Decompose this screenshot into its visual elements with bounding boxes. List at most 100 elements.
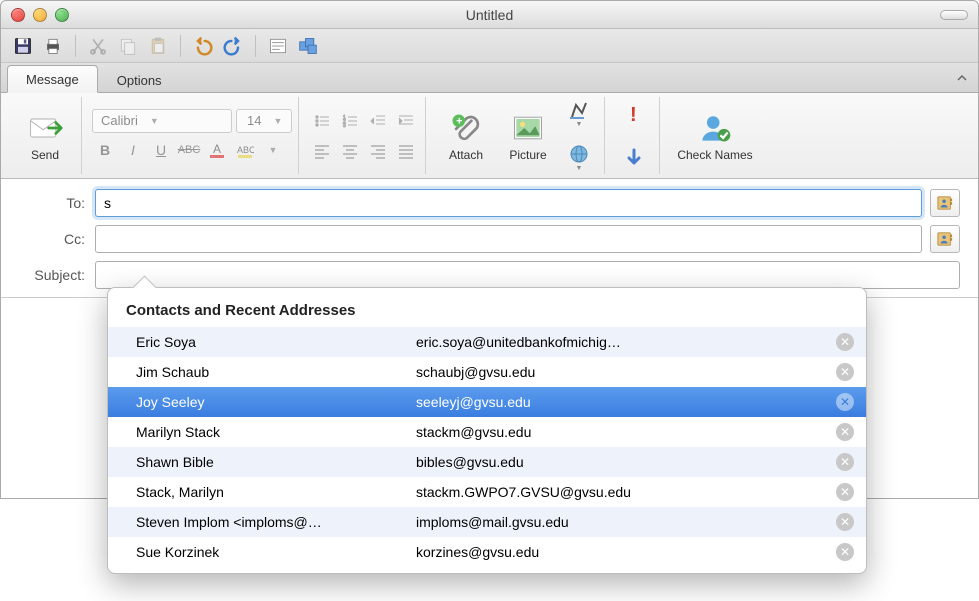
remove-contact-icon[interactable]: ✕ (836, 363, 854, 381)
insert-group: + Attach Picture ▼ ▼ (430, 97, 605, 174)
compose-window: Untitled (0, 0, 979, 499)
check-names-button[interactable]: Check Names (670, 98, 760, 174)
subject-row: Subject: (23, 261, 960, 289)
svg-text:+: + (456, 115, 462, 127)
paste-icon[interactable] (146, 34, 170, 58)
contact-name: Sue Korzinek (136, 544, 416, 560)
italic-button[interactable]: I (120, 137, 146, 163)
remove-contact-icon[interactable]: ✕ (836, 423, 854, 441)
font-dd[interactable]: ▼ (260, 137, 286, 163)
cc-addressbook-button[interactable] (930, 225, 960, 253)
undo-icon[interactable] (191, 34, 215, 58)
autocomplete-list: Eric Soyaeric.soya@unitedbankofmichig…✕J… (108, 327, 866, 567)
autocomplete-item[interactable]: Shawn Biblebibles@gvsu.edu✕ (108, 447, 866, 477)
arrange-windows-icon[interactable] (296, 34, 320, 58)
send-group: Send (9, 97, 82, 174)
underline-button[interactable]: U (148, 137, 174, 163)
autocomplete-header: Contacts and Recent Addresses (108, 298, 866, 327)
contact-name: Shawn Bible (136, 454, 416, 470)
align-center-button[interactable] (337, 138, 363, 164)
ribbon: Send Calibri▼ 14▼ B I U ABC A A (1, 93, 978, 179)
cc-label: Cc: (23, 231, 95, 247)
subject-label: Subject: (23, 267, 95, 283)
print-icon[interactable] (41, 34, 65, 58)
send-label: Send (31, 148, 59, 162)
subject-input[interactable] (95, 261, 960, 289)
tab-message[interactable]: Message (7, 65, 98, 93)
contact-name: Stack, Marilyn (136, 484, 416, 500)
cc-row: Cc: (23, 225, 960, 253)
signature-button[interactable]: ▼ (560, 93, 598, 135)
numbering-button[interactable]: 123 (337, 108, 363, 134)
redo-icon[interactable] (221, 34, 245, 58)
contact-email: stackm@gvsu.edu (416, 424, 836, 440)
cut-icon[interactable] (86, 34, 110, 58)
attach-label: Attach (449, 148, 483, 162)
autocomplete-item[interactable]: Steven Implom <imploms@…imploms@mail.gvs… (108, 507, 866, 537)
font-group: Calibri▼ 14▼ B I U ABC A ABC ▼ (86, 97, 299, 174)
remove-contact-icon[interactable]: ✕ (836, 393, 854, 411)
window-title: Untitled (1, 7, 978, 23)
font-size-select[interactable]: 14▼ (236, 109, 292, 133)
autocomplete-item[interactable]: Sue Korzinekkorzines@gvsu.edu✕ (108, 537, 866, 567)
outdent-button[interactable] (365, 108, 391, 134)
to-input[interactable] (95, 189, 922, 217)
strike-button[interactable]: ABC (176, 137, 202, 163)
svg-text:3: 3 (343, 123, 346, 129)
send-button[interactable]: Send (15, 98, 75, 174)
highlight-button[interactable]: ABC (232, 137, 258, 163)
remove-contact-icon[interactable]: ✕ (836, 453, 854, 471)
autocomplete-item[interactable]: Stack, Marilynstackm.GWPO7.GVSU@gvsu.edu… (108, 477, 866, 507)
contact-email: korzines@gvsu.edu (416, 544, 836, 560)
to-addressbook-button[interactable] (930, 189, 960, 217)
bold-button[interactable]: B (92, 137, 118, 163)
autocomplete-item[interactable]: Eric Soyaeric.soya@unitedbankofmichig…✕ (108, 327, 866, 357)
low-priority-button[interactable] (615, 137, 653, 179)
titlebar: Untitled (1, 1, 978, 29)
attach-button[interactable]: + Attach (436, 98, 496, 174)
autocomplete-item[interactable]: Jim Schaubschaubj@gvsu.edu✕ (108, 357, 866, 387)
contact-name: Eric Soya (136, 334, 416, 350)
save-icon[interactable] (11, 34, 35, 58)
priority-group: ! (609, 97, 660, 174)
contact-name: Joy Seeley (136, 394, 416, 410)
bullets-button[interactable] (309, 108, 335, 134)
contact-email: eric.soya@unitedbankofmichig… (416, 334, 836, 350)
font-color-button[interactable]: A (204, 137, 230, 163)
high-priority-button[interactable]: ! (615, 93, 653, 135)
names-group: Check Names (664, 97, 766, 174)
copy-icon[interactable] (116, 34, 140, 58)
autocomplete-item[interactable]: Joy Seeleyseeleyj@gvsu.edu✕ (108, 387, 866, 417)
indent-button[interactable] (393, 108, 419, 134)
cc-input[interactable] (95, 225, 922, 253)
to-row: To: (23, 189, 960, 217)
align-justify-button[interactable] (393, 138, 419, 164)
contact-name: Jim Schaub (136, 364, 416, 380)
contact-email: imploms@mail.gvsu.edu (416, 514, 836, 530)
autocomplete-popover: Contacts and Recent Addresses Eric Soyae… (107, 287, 867, 574)
remove-contact-icon[interactable]: ✕ (836, 483, 854, 501)
paragraph-group: 123 (303, 97, 426, 174)
contact-name: Steven Implom <imploms@… (136, 514, 416, 530)
align-left-button[interactable] (309, 138, 335, 164)
autocomplete-item[interactable]: Marilyn Stackstackm@gvsu.edu✕ (108, 417, 866, 447)
contact-email: schaubj@gvsu.edu (416, 364, 836, 380)
contact-email: seeleyj@gvsu.edu (416, 394, 836, 410)
picture-label: Picture (509, 148, 546, 162)
remove-contact-icon[interactable]: ✕ (836, 513, 854, 531)
hyperlink-button[interactable]: ▼ (560, 137, 598, 179)
form-icon[interactable] (266, 34, 290, 58)
tab-options[interactable]: Options (98, 66, 181, 93)
contact-email: bibles@gvsu.edu (416, 454, 836, 470)
svg-text:!: ! (630, 104, 637, 125)
font-name-select[interactable]: Calibri▼ (92, 109, 232, 133)
picture-button[interactable]: Picture (496, 98, 560, 174)
contact-email: stackm.GWPO7.GVSU@gvsu.edu (416, 484, 836, 500)
ribbon-tabs: Message Options (1, 63, 978, 93)
remove-contact-icon[interactable]: ✕ (836, 543, 854, 561)
remove-contact-icon[interactable]: ✕ (836, 333, 854, 351)
collapse-ribbon-button[interactable] (952, 68, 972, 88)
contact-name: Marilyn Stack (136, 424, 416, 440)
align-right-button[interactable] (365, 138, 391, 164)
to-label: To: (23, 195, 95, 211)
